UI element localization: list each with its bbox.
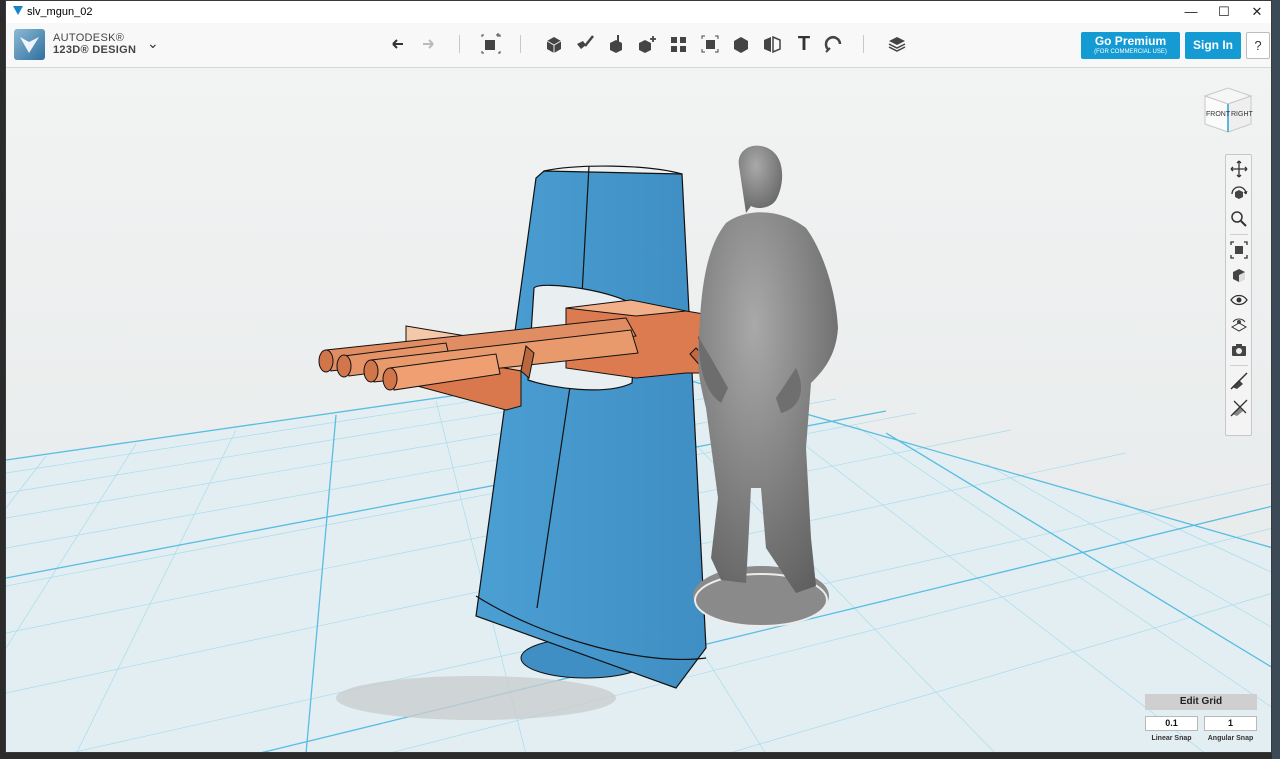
pattern-tool[interactable] (667, 32, 691, 56)
zoom-icon (1231, 211, 1247, 227)
materials-outline-button[interactable] (1229, 315, 1249, 335)
views-button[interactable] (1229, 265, 1249, 285)
toolbar-separator (459, 35, 460, 53)
undo-button[interactable] (386, 32, 410, 56)
views-icon (1233, 269, 1245, 282)
orbit-button[interactable] (1229, 184, 1249, 204)
material-icon (888, 37, 906, 52)
minimize-button[interactable]: — (1174, 1, 1208, 23)
snap-off-button[interactable] (1229, 371, 1249, 391)
main-toolbar: AUTODESK® 123D® DESIGN ⌄ T Go Premium (F… (6, 23, 1271, 68)
measure-tool[interactable] (760, 32, 784, 56)
combine-icon (734, 37, 748, 53)
maximize-button[interactable]: ☐ (1207, 1, 1241, 23)
fit-icon (1230, 241, 1248, 259)
window-title: slv_mgun_02 (27, 6, 93, 18)
3d-viewport[interactable]: FRONT RIGHT Edit Grid 0.1 1 Linear Snap … (6, 68, 1271, 752)
grouping-icon (701, 35, 719, 53)
app-logo-icon (13, 6, 23, 15)
go-premium-sublabel: (FOR COMMERCIAL USE) (1094, 49, 1167, 55)
sketch-tool[interactable] (573, 32, 597, 56)
brand-product: 123D® DESIGN (53, 44, 137, 56)
model-shadow (336, 676, 616, 720)
pattern-icon (671, 37, 686, 52)
snap-icon (824, 36, 842, 53)
autodesk-logo-icon (20, 37, 39, 53)
materials-outline-icon (1230, 318, 1248, 332)
material-tool[interactable] (885, 32, 909, 56)
angular-snap-label: Angular Snap (1207, 735, 1254, 742)
grid-settings-panel: Edit Grid 0.1 1 Linear Snap Angular Snap (1145, 694, 1257, 746)
pan-button[interactable] (1229, 159, 1249, 179)
angular-snap-input[interactable]: 1 (1204, 716, 1257, 731)
visibility-icon (1230, 294, 1248, 306)
view-cube[interactable]: FRONT RIGHT (1201, 84, 1255, 138)
text-tool[interactable]: T (792, 32, 816, 56)
view-cube-right[interactable]: RIGHT (1231, 111, 1254, 118)
linear-snap-input[interactable]: 0.1 (1145, 716, 1198, 731)
primitives-icon (546, 37, 562, 53)
toolbar-separator (863, 35, 864, 53)
view-cube-icon: FRONT RIGHT (1203, 87, 1254, 133)
sign-in-button[interactable]: Sign In (1185, 32, 1241, 59)
linear-snap-label: Linear Snap (1151, 735, 1192, 742)
transform-tool[interactable] (479, 32, 503, 56)
redo-icon (423, 39, 434, 49)
nav-separator (1230, 234, 1248, 235)
snap-grid-button[interactable] (1229, 398, 1249, 418)
pan-icon (1230, 160, 1248, 178)
construct-tool[interactable] (604, 32, 628, 56)
transform-icon (481, 33, 501, 54)
snap-grid-icon (1230, 399, 1248, 417)
modify-tool[interactable] (635, 32, 659, 56)
sketch-icon (577, 35, 594, 49)
view-cube-front[interactable]: FRONT (1206, 111, 1231, 118)
edit-grid-button[interactable]: Edit Grid (1145, 694, 1257, 710)
zoom-button[interactable] (1229, 209, 1249, 229)
nav-separator (1230, 365, 1248, 366)
close-button[interactable]: ✕ (1240, 1, 1271, 23)
toolbar-separator (520, 35, 521, 53)
visibility-button[interactable] (1229, 290, 1249, 310)
camera-icon (1232, 344, 1246, 356)
app-menu-chevron-icon[interactable]: ⌄ (147, 35, 159, 52)
camera-button[interactable] (1229, 340, 1249, 360)
combine-tool[interactable] (729, 32, 753, 56)
fit-button[interactable] (1229, 240, 1249, 260)
measure-icon (764, 35, 781, 54)
app-menu-logo[interactable] (14, 29, 45, 60)
help-button[interactable]: ? (1246, 32, 1270, 59)
go-premium-label: Go Premium (1094, 34, 1167, 48)
app-window: slv_mgun_02 — ☐ ✕ AUTODESK® 123D® DESIGN… (5, 0, 1272, 753)
background-desktop-edge (1272, 0, 1280, 759)
brand-autodesk: AUTODESK® (53, 32, 125, 44)
orbit-icon (1231, 186, 1248, 199)
navigation-bar (1225, 154, 1252, 436)
modify-icon (639, 36, 656, 53)
primitives-tool[interactable] (542, 32, 566, 56)
title-bar: slv_mgun_02 — ☐ ✕ (6, 1, 1271, 23)
go-premium-button[interactable]: Go Premium (FOR COMMERCIAL USE) (1081, 32, 1180, 59)
scene-canvas[interactable] (6, 68, 1271, 752)
construct-icon (610, 35, 622, 53)
redo-button[interactable] (416, 32, 440, 56)
snap-tool[interactable] (822, 32, 846, 56)
snap-off-icon (1230, 372, 1248, 390)
grouping-tool[interactable] (698, 32, 722, 56)
undo-icon (392, 39, 403, 49)
